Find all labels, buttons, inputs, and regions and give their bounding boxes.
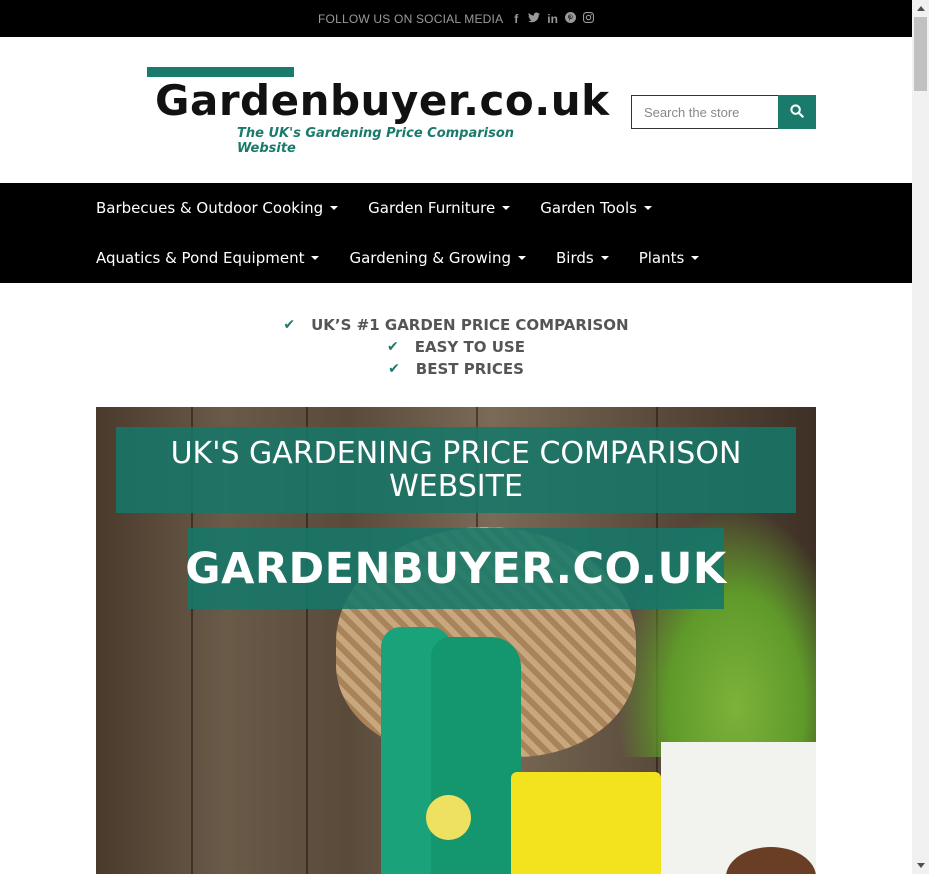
pinterest-icon[interactable] bbox=[564, 11, 576, 26]
nav-label: Gardening & Growing bbox=[349, 249, 511, 267]
scrollbar-thumb[interactable] bbox=[914, 17, 927, 91]
checkmark-icon: ✔ bbox=[388, 361, 400, 377]
caret-down-icon bbox=[600, 256, 609, 260]
facebook-icon[interactable]: f bbox=[511, 12, 521, 26]
caret-down-icon bbox=[518, 256, 526, 260]
scroll-up-arrow-icon[interactable] bbox=[912, 0, 929, 17]
usp-label: BEST PRICES bbox=[415, 360, 524, 378]
nav-item-garden-furniture[interactable]: Garden Furniture bbox=[368, 183, 511, 233]
nav-label: Garden Tools bbox=[540, 199, 637, 217]
caret-down-icon bbox=[691, 256, 700, 260]
usp-item: ✔ EASY TO USE bbox=[0, 336, 912, 358]
nav-label: Plants bbox=[638, 249, 685, 267]
nav-label: Garden Furniture bbox=[368, 199, 496, 217]
nav-item-aquatics[interactable]: Aquatics & Pond Equipment bbox=[96, 233, 320, 283]
usp-label: UK’S #1 GARDEN PRICE COMPARISON bbox=[311, 316, 629, 334]
store-search bbox=[631, 95, 816, 129]
usp-label: EASY TO USE bbox=[414, 338, 525, 356]
caret-down-icon bbox=[330, 206, 339, 210]
twitter-icon[interactable] bbox=[528, 12, 541, 26]
hero-brand-banner: GARDENBUYER.CO.UK bbox=[185, 528, 726, 609]
checkmark-icon: ✔ bbox=[387, 339, 399, 355]
usp-item: ✔ BEST PRICES bbox=[0, 358, 912, 380]
vertical-scrollbar[interactable] bbox=[912, 0, 929, 874]
nav-row-1: Barbecues & Outdoor Cooking Garden Furni… bbox=[96, 183, 682, 233]
logo-tagline: The UK's Gardening Price Comparison Webs… bbox=[237, 126, 515, 156]
nav-item-gardening-growing[interactable]: Gardening & Growing bbox=[349, 233, 526, 283]
watering-can-rose-illustration bbox=[426, 795, 471, 840]
hero-banner-image[interactable]: UK'S GARDENING PRICE COMPARISON WEBSITE … bbox=[96, 407, 816, 874]
site-logo[interactable]: Gardenbuyer.co.uk The UK's Gardening Pri… bbox=[147, 67, 609, 156]
nav-item-barbecues[interactable]: Barbecues & Outdoor Cooking bbox=[96, 183, 339, 233]
linkedin-icon[interactable]: in bbox=[547, 12, 558, 26]
nav-row-2: Aquatics & Pond Equipment Gardening & Gr… bbox=[96, 233, 729, 283]
nav-label: Birds bbox=[556, 249, 594, 267]
scroll-down-arrow-icon[interactable] bbox=[912, 857, 929, 874]
search-input[interactable] bbox=[631, 95, 778, 129]
nav-label: Barbecues & Outdoor Cooking bbox=[96, 199, 324, 217]
instagram-icon[interactable] bbox=[582, 11, 594, 26]
main-navigation: Barbecues & Outdoor Cooking Garden Furni… bbox=[0, 183, 912, 283]
follow-us-text: FOLLOW US ON SOCIAL MEDIA bbox=[318, 11, 504, 26]
caret-down-icon bbox=[311, 256, 320, 260]
nav-label: Aquatics & Pond Equipment bbox=[96, 249, 305, 267]
page: FOLLOW US ON SOCIAL MEDIA f in Gardenbuy… bbox=[0, 0, 912, 874]
hero-title-banner: UK'S GARDENING PRICE COMPARISON WEBSITE bbox=[116, 427, 796, 513]
social-links: f in bbox=[511, 11, 594, 26]
top-social-bar: FOLLOW US ON SOCIAL MEDIA f in bbox=[0, 0, 912, 37]
nav-item-birds[interactable]: Birds bbox=[556, 233, 609, 283]
caret-down-icon bbox=[502, 206, 511, 210]
checkmark-icon: ✔ bbox=[283, 317, 296, 333]
logo-name: Gardenbuyer.co.uk bbox=[155, 76, 610, 125]
nav-item-garden-tools[interactable]: Garden Tools bbox=[540, 183, 652, 233]
usp-item: ✔ UK’S #1 GARDEN PRICE COMPARISON bbox=[0, 314, 912, 336]
nav-item-plants[interactable]: Plants bbox=[639, 233, 700, 283]
search-icon bbox=[790, 103, 804, 121]
search-button[interactable] bbox=[778, 95, 816, 129]
usp-list: ✔ UK’S #1 GARDEN PRICE COMPARISON ✔ EASY… bbox=[0, 314, 912, 380]
caret-down-icon bbox=[643, 206, 652, 210]
watering-can-illustration bbox=[511, 772, 661, 874]
